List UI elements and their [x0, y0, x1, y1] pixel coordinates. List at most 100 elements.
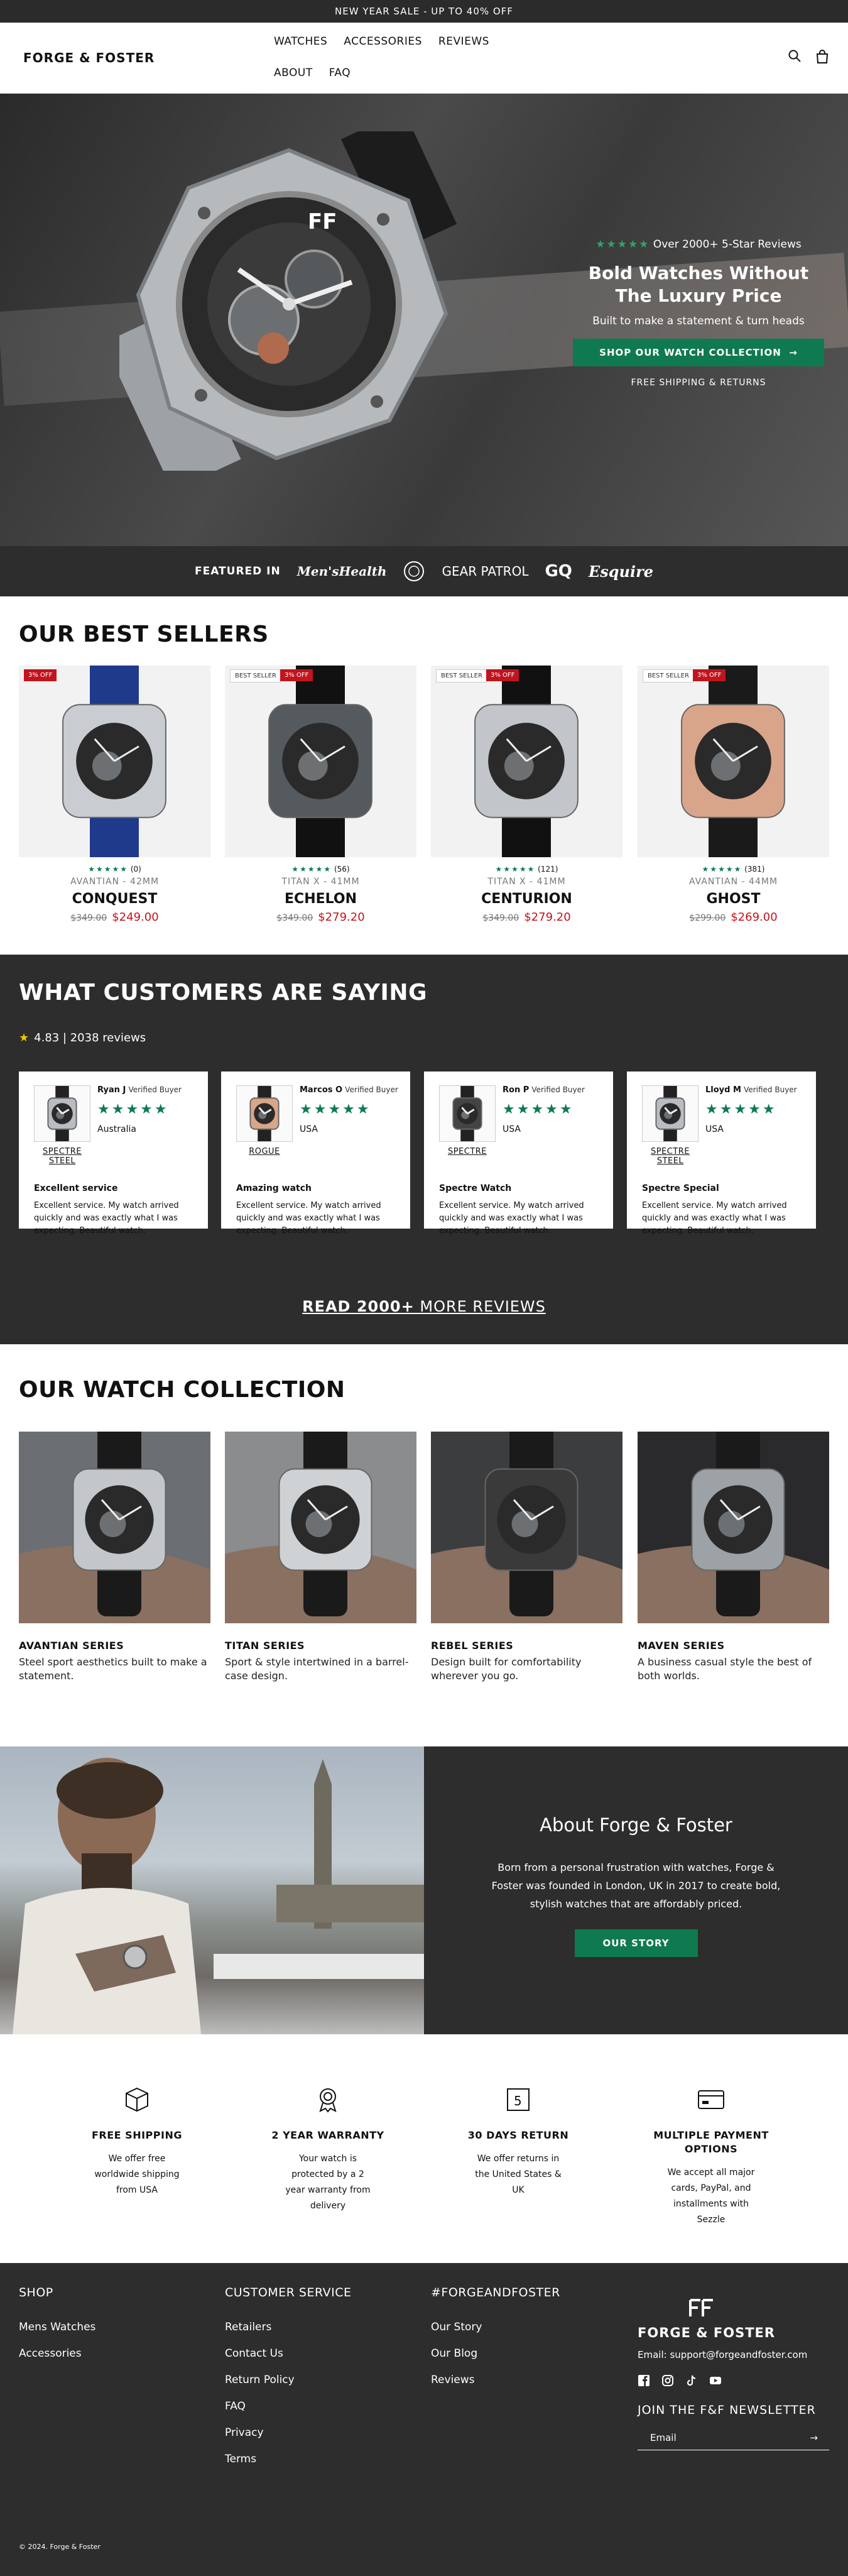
discount-badge: 3% OFF — [280, 669, 313, 681]
footer-social: #FORGEANDFOSTER Our Story Our Blog Revie… — [431, 2286, 560, 2400]
collection-card[interactable]: TITAN SERIES Sport & style intertwined in… — [212, 1423, 432, 1683]
site-header: FORGE & FOSTER WATCHES ACCESSORIES REVIEWS… — [0, 23, 848, 94]
product-card[interactable]: BEST SELLER 3% OFF ★★★★★ (381) AVANTIAN -… — [638, 653, 829, 924]
sale-price: $249.00 — [112, 911, 159, 924]
footer-brand-name: FORGE & FOSTER — [638, 2325, 776, 2340]
copyright: © 2024. Forge & Foster — [19, 2543, 101, 2551]
review-count: (121) — [538, 865, 558, 874]
collection-name[interactable]: REBEL SERIES — [431, 1640, 622, 1652]
youtube-icon[interactable] — [709, 2374, 722, 2387]
reviewed-product-link[interactable]: SPECTRE — [439, 1147, 496, 1156]
arrow-right-icon[interactable]: → — [810, 2432, 818, 2443]
product-name[interactable]: CENTURION — [431, 891, 622, 907]
collection-image[interactable] — [625, 1423, 845, 1623]
product-rating: ★★★★★ (56) — [225, 865, 416, 874]
instagram-icon[interactable] — [661, 2374, 674, 2387]
feature-title: 2 YEAR WARRANTY — [271, 2129, 384, 2141]
collection-name[interactable]: AVANTIAN SERIES — [19, 1640, 210, 1652]
product-rating: ★★★★★ (0) — [19, 865, 210, 874]
collection-image[interactable] — [6, 1423, 226, 1623]
reviewed-product-link[interactable]: SPECTRE STEEL — [642, 1147, 699, 1166]
collection-image[interactable] — [418, 1423, 638, 1623]
brand-logo[interactable]: FORGE & FOSTER — [23, 50, 155, 65]
footer-link-our-story[interactable]: Our Story — [431, 2321, 560, 2333]
reviewed-product-link[interactable]: SPECTRE STEEL — [34, 1147, 90, 1166]
shop-collection-button[interactable]: SHOP OUR WATCH COLLECTION → — [573, 339, 824, 366]
tiktok-icon[interactable] — [685, 2374, 698, 2387]
feature-desc: Your watch is protected by a 2 year warr… — [285, 2154, 371, 2211]
collection-desc: Sport & style intertwined in a barrel-ca… — [225, 1656, 409, 1682]
nav-accessories[interactable]: ACCESSORIES — [344, 35, 422, 48]
watch-movement — [504, 751, 534, 781]
nav-reviews[interactable]: REVIEWS — [438, 35, 489, 48]
product-image[interactable]: BEST SELLER 3% OFF — [638, 653, 829, 869]
product-name[interactable]: GHOST — [638, 891, 829, 907]
product-stars: ★★★★★ — [88, 865, 128, 874]
hero-copy: ★★★★★ Over 2000+ 5-Star Reviews Bold Wat… — [573, 238, 824, 388]
footer-link-retailers[interactable]: Retailers — [225, 2321, 352, 2333]
collection-image[interactable] — [212, 1423, 432, 1623]
footer-link-accessories[interactable]: Accessories — [19, 2347, 95, 2360]
feature-desc: We accept all major cards, PayPal, and i… — [667, 2168, 755, 2225]
collection-card[interactable]: REBEL SERIES Design built for comfortabil… — [418, 1423, 638, 1683]
footer-link-mens-watches[interactable]: Mens Watches — [19, 2321, 95, 2333]
featured-label: FEATURED IN — [194, 565, 281, 578]
best-seller-badge: BEST SELLER — [436, 669, 487, 682]
publication-logo: GQ — [545, 562, 572, 581]
collection-card[interactable]: MAVEN SERIES A business casual style the … — [625, 1423, 845, 1683]
footer-link-reviews[interactable]: Reviews — [431, 2374, 560, 2386]
product-image[interactable]: BEST SELLER 3% OFF — [431, 653, 622, 869]
read-more-reviews-link[interactable]: READ 2000+ MORE REVIEWS — [0, 1298, 848, 1315]
footer-link-faq[interactable]: FAQ — [225, 2400, 352, 2413]
collection-desc: Steel sport aesthetics built to make a s… — [19, 1656, 207, 1682]
product-name[interactable]: ECHELON — [225, 891, 416, 907]
reviewed-product-link[interactable]: ROGUE — [236, 1147, 293, 1156]
review-count: (0) — [130, 865, 141, 874]
reviewed-watch-thumb — [642, 1085, 699, 1142]
product-link-line1: SPECTRE — [42, 1147, 82, 1156]
footer-link-contact[interactable]: Contact Us — [225, 2347, 352, 2360]
product-series: AVANTIAN - 42MM — [70, 877, 160, 887]
card-icon — [698, 2090, 724, 2109]
hero-title: Bold Watches Without The Luxury Price — [573, 262, 824, 307]
product-card[interactable]: BEST SELLER 3% OFF ★★★★★ (56) TITAN X - 4… — [225, 653, 416, 924]
footer-link-return-policy[interactable]: Return Policy — [225, 2374, 352, 2386]
collection-name[interactable]: TITAN SERIES — [225, 1640, 416, 1652]
svg-text:5: 5 — [514, 2093, 522, 2108]
about-section: About Forge & Foster Born from a persona… — [0, 1746, 848, 2034]
product-image[interactable]: BEST SELLER 3% OFF — [225, 653, 416, 869]
review-count: (56) — [334, 865, 350, 874]
collection-name[interactable]: MAVEN SERIES — [638, 1640, 829, 1652]
footer-link-blog[interactable]: Our Blog — [431, 2347, 560, 2360]
award-icon — [319, 2088, 337, 2113]
discount-badge: 3% OFF — [486, 669, 519, 681]
facebook-icon[interactable] — [638, 2374, 650, 2387]
footer-link-terms[interactable]: Terms — [225, 2453, 352, 2465]
nav-watches[interactable]: WATCHES — [274, 35, 327, 48]
product-link-line2: STEEL — [48, 1156, 76, 1166]
our-story-button[interactable]: OUR STORY — [574, 1929, 698, 1957]
nav-about[interactable]: ABOUT — [274, 67, 313, 79]
collection-card[interactable]: AVANTIAN SERIES Steel sport aesthetics bu… — [6, 1423, 226, 1683]
nav-faq[interactable]: FAQ — [329, 67, 351, 79]
footer-heading: SHOP — [19, 2286, 53, 2299]
footer-email[interactable]: Email: support@forgeandfoster.com — [638, 2349, 829, 2360]
watch-collection-section: OUR WATCH COLLECTION AVANTIAN SERIES Stee… — [0, 1344, 848, 1746]
newsletter-email-input[interactable]: Email → — [638, 2425, 829, 2450]
watch-movement — [99, 1511, 126, 1537]
best-sellers-section: OUR BEST SELLERS 3% OFF ★★★★★ (0) AVANTI… — [0, 596, 848, 955]
product-card[interactable]: 3% OFF ★★★★★ (0) AVANTIAN - 42MM CONQUES… — [19, 653, 210, 924]
product-series: AVANTIAN - 44MM — [688, 877, 778, 887]
product-image[interactable]: 3% OFF — [19, 653, 210, 869]
footer-link-privacy[interactable]: Privacy — [225, 2426, 352, 2439]
feature-item: MULTIPLE PAYMENT OPTIONS We accept all m… — [648, 2086, 774, 2228]
review-card: Marcos O Verified Buyer ★★★★★ USA ROGUE … — [221, 1072, 410, 1236]
feature-title: MULTIPLE PAYMENT OPTIONS — [653, 2129, 769, 2155]
review-stars: ★★★★★ — [97, 1102, 169, 1117]
cart-icon[interactable] — [815, 49, 829, 64]
product-card[interactable]: BEST SELLER 3% OFF ★★★★★ (121) TITAN X - … — [431, 653, 622, 924]
feature-title: 30 DAYS RETURN — [467, 2129, 569, 2141]
search-icon[interactable] — [788, 49, 802, 63]
product-link-line1: SPECTRE — [650, 1147, 690, 1156]
product-name[interactable]: CONQUEST — [19, 891, 210, 907]
